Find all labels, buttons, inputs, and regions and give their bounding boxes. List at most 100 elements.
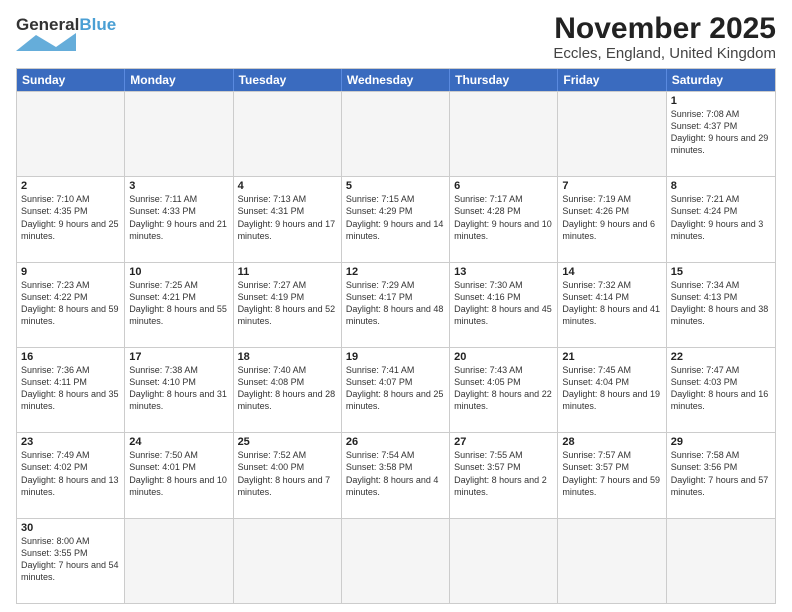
calendar-header: Sunday Monday Tuesday Wednesday Thursday…: [17, 69, 775, 91]
header: GeneralBlue November 2025 Eccles, Englan…: [16, 12, 776, 62]
header-friday: Friday: [558, 69, 666, 91]
cal-cell: 6Sunrise: 7:17 AM Sunset: 4:28 PM Daylig…: [450, 177, 558, 261]
cal-cell: 24Sunrise: 7:50 AM Sunset: 4:01 PM Dayli…: [125, 433, 233, 517]
day-number: 2: [21, 180, 120, 192]
cal-cell: 2Sunrise: 7:10 AM Sunset: 4:35 PM Daylig…: [17, 177, 125, 261]
cell-info: Sunrise: 7:38 AM Sunset: 4:10 PM Dayligh…: [129, 364, 228, 413]
cell-info: Sunrise: 7:40 AM Sunset: 4:08 PM Dayligh…: [238, 364, 337, 413]
cal-cell: [342, 92, 450, 176]
cal-cell: [450, 519, 558, 603]
day-number: 24: [129, 436, 228, 448]
cell-info: Sunrise: 7:50 AM Sunset: 4:01 PM Dayligh…: [129, 449, 228, 498]
cell-info: Sunrise: 7:10 AM Sunset: 4:35 PM Dayligh…: [21, 193, 120, 242]
calendar-body: 1Sunrise: 7:08 AM Sunset: 4:37 PM Daylig…: [17, 91, 775, 603]
cell-info: Sunrise: 7:25 AM Sunset: 4:21 PM Dayligh…: [129, 279, 228, 328]
subtitle: Eccles, England, United Kingdom: [553, 45, 776, 62]
cell-info: Sunrise: 7:29 AM Sunset: 4:17 PM Dayligh…: [346, 279, 445, 328]
cell-info: Sunrise: 7:21 AM Sunset: 4:24 PM Dayligh…: [671, 193, 771, 242]
cell-info: Sunrise: 7:08 AM Sunset: 4:37 PM Dayligh…: [671, 108, 771, 157]
day-number: 8: [671, 180, 771, 192]
day-number: 23: [21, 436, 120, 448]
cal-cell: [234, 519, 342, 603]
day-number: 25: [238, 436, 337, 448]
header-monday: Monday: [125, 69, 233, 91]
day-number: 18: [238, 351, 337, 363]
day-number: 4: [238, 180, 337, 192]
cal-cell: [125, 519, 233, 603]
logo-blue: Blue: [79, 15, 116, 34]
cal-cell: [558, 92, 666, 176]
cal-cell: 29Sunrise: 7:58 AM Sunset: 3:56 PM Dayli…: [667, 433, 775, 517]
cal-cell: [450, 92, 558, 176]
day-number: 22: [671, 351, 771, 363]
cell-info: Sunrise: 7:27 AM Sunset: 4:19 PM Dayligh…: [238, 279, 337, 328]
cell-info: Sunrise: 7:13 AM Sunset: 4:31 PM Dayligh…: [238, 193, 337, 242]
cal-cell: [17, 92, 125, 176]
cal-cell: [558, 519, 666, 603]
cell-info: Sunrise: 7:11 AM Sunset: 4:33 PM Dayligh…: [129, 193, 228, 242]
calendar: Sunday Monday Tuesday Wednesday Thursday…: [16, 68, 776, 604]
cell-info: Sunrise: 7:45 AM Sunset: 4:04 PM Dayligh…: [562, 364, 661, 413]
cell-info: Sunrise: 7:34 AM Sunset: 4:13 PM Dayligh…: [671, 279, 771, 328]
cal-cell: 12Sunrise: 7:29 AM Sunset: 4:17 PM Dayli…: [342, 263, 450, 347]
cell-info: Sunrise: 7:55 AM Sunset: 3:57 PM Dayligh…: [454, 449, 553, 498]
cal-row-5: 30Sunrise: 8:00 AM Sunset: 3:55 PM Dayli…: [17, 518, 775, 603]
cal-cell: 23Sunrise: 7:49 AM Sunset: 4:02 PM Dayli…: [17, 433, 125, 517]
day-number: 15: [671, 266, 771, 278]
day-number: 30: [21, 522, 120, 534]
cal-cell: 5Sunrise: 7:15 AM Sunset: 4:29 PM Daylig…: [342, 177, 450, 261]
cell-info: Sunrise: 7:43 AM Sunset: 4:05 PM Dayligh…: [454, 364, 553, 413]
day-number: 9: [21, 266, 120, 278]
cal-row-2: 9Sunrise: 7:23 AM Sunset: 4:22 PM Daylig…: [17, 262, 775, 347]
cal-row-4: 23Sunrise: 7:49 AM Sunset: 4:02 PM Dayli…: [17, 432, 775, 517]
cal-cell: 18Sunrise: 7:40 AM Sunset: 4:08 PM Dayli…: [234, 348, 342, 432]
cal-cell: 28Sunrise: 7:57 AM Sunset: 3:57 PM Dayli…: [558, 433, 666, 517]
header-tuesday: Tuesday: [234, 69, 342, 91]
cal-row-1: 2Sunrise: 7:10 AM Sunset: 4:35 PM Daylig…: [17, 176, 775, 261]
cell-info: Sunrise: 7:49 AM Sunset: 4:02 PM Dayligh…: [21, 449, 120, 498]
day-number: 7: [562, 180, 661, 192]
cell-info: Sunrise: 7:30 AM Sunset: 4:16 PM Dayligh…: [454, 279, 553, 328]
cell-info: Sunrise: 7:36 AM Sunset: 4:11 PM Dayligh…: [21, 364, 120, 413]
cal-cell: 26Sunrise: 7:54 AM Sunset: 3:58 PM Dayli…: [342, 433, 450, 517]
header-thursday: Thursday: [450, 69, 558, 91]
cell-info: Sunrise: 7:54 AM Sunset: 3:58 PM Dayligh…: [346, 449, 445, 498]
title-block: November 2025 Eccles, England, United Ki…: [553, 12, 776, 62]
cal-cell: 27Sunrise: 7:55 AM Sunset: 3:57 PM Dayli…: [450, 433, 558, 517]
cal-cell: 19Sunrise: 7:41 AM Sunset: 4:07 PM Dayli…: [342, 348, 450, 432]
day-number: 11: [238, 266, 337, 278]
cell-info: Sunrise: 7:17 AM Sunset: 4:28 PM Dayligh…: [454, 193, 553, 242]
cal-cell: [234, 92, 342, 176]
day-number: 27: [454, 436, 553, 448]
cell-info: Sunrise: 7:23 AM Sunset: 4:22 PM Dayligh…: [21, 279, 120, 328]
cal-cell: 1Sunrise: 7:08 AM Sunset: 4:37 PM Daylig…: [667, 92, 775, 176]
cal-cell: 11Sunrise: 7:27 AM Sunset: 4:19 PM Dayli…: [234, 263, 342, 347]
page: GeneralBlue November 2025 Eccles, Englan…: [0, 0, 792, 612]
header-saturday: Saturday: [667, 69, 775, 91]
cal-cell: 8Sunrise: 7:21 AM Sunset: 4:24 PM Daylig…: [667, 177, 775, 261]
cal-cell: 16Sunrise: 7:36 AM Sunset: 4:11 PM Dayli…: [17, 348, 125, 432]
day-number: 1: [671, 95, 771, 107]
day-number: 10: [129, 266, 228, 278]
day-number: 21: [562, 351, 661, 363]
day-number: 26: [346, 436, 445, 448]
cal-cell: 9Sunrise: 7:23 AM Sunset: 4:22 PM Daylig…: [17, 263, 125, 347]
cal-row-3: 16Sunrise: 7:36 AM Sunset: 4:11 PM Dayli…: [17, 347, 775, 432]
cell-info: Sunrise: 8:00 AM Sunset: 3:55 PM Dayligh…: [21, 535, 120, 584]
day-number: 13: [454, 266, 553, 278]
cal-cell: [667, 519, 775, 603]
cal-cell: 21Sunrise: 7:45 AM Sunset: 4:04 PM Dayli…: [558, 348, 666, 432]
day-number: 3: [129, 180, 228, 192]
cal-row-0: 1Sunrise: 7:08 AM Sunset: 4:37 PM Daylig…: [17, 91, 775, 176]
day-number: 28: [562, 436, 661, 448]
cell-info: Sunrise: 7:47 AM Sunset: 4:03 PM Dayligh…: [671, 364, 771, 413]
cal-cell: 15Sunrise: 7:34 AM Sunset: 4:13 PM Dayli…: [667, 263, 775, 347]
cal-cell: 22Sunrise: 7:47 AM Sunset: 4:03 PM Dayli…: [667, 348, 775, 432]
day-number: 16: [21, 351, 120, 363]
cell-info: Sunrise: 7:15 AM Sunset: 4:29 PM Dayligh…: [346, 193, 445, 242]
cell-info: Sunrise: 7:41 AM Sunset: 4:07 PM Dayligh…: [346, 364, 445, 413]
cal-cell: 17Sunrise: 7:38 AM Sunset: 4:10 PM Dayli…: [125, 348, 233, 432]
cal-cell: 25Sunrise: 7:52 AM Sunset: 4:00 PM Dayli…: [234, 433, 342, 517]
cal-cell: 20Sunrise: 7:43 AM Sunset: 4:05 PM Dayli…: [450, 348, 558, 432]
logo: GeneralBlue: [16, 16, 116, 56]
